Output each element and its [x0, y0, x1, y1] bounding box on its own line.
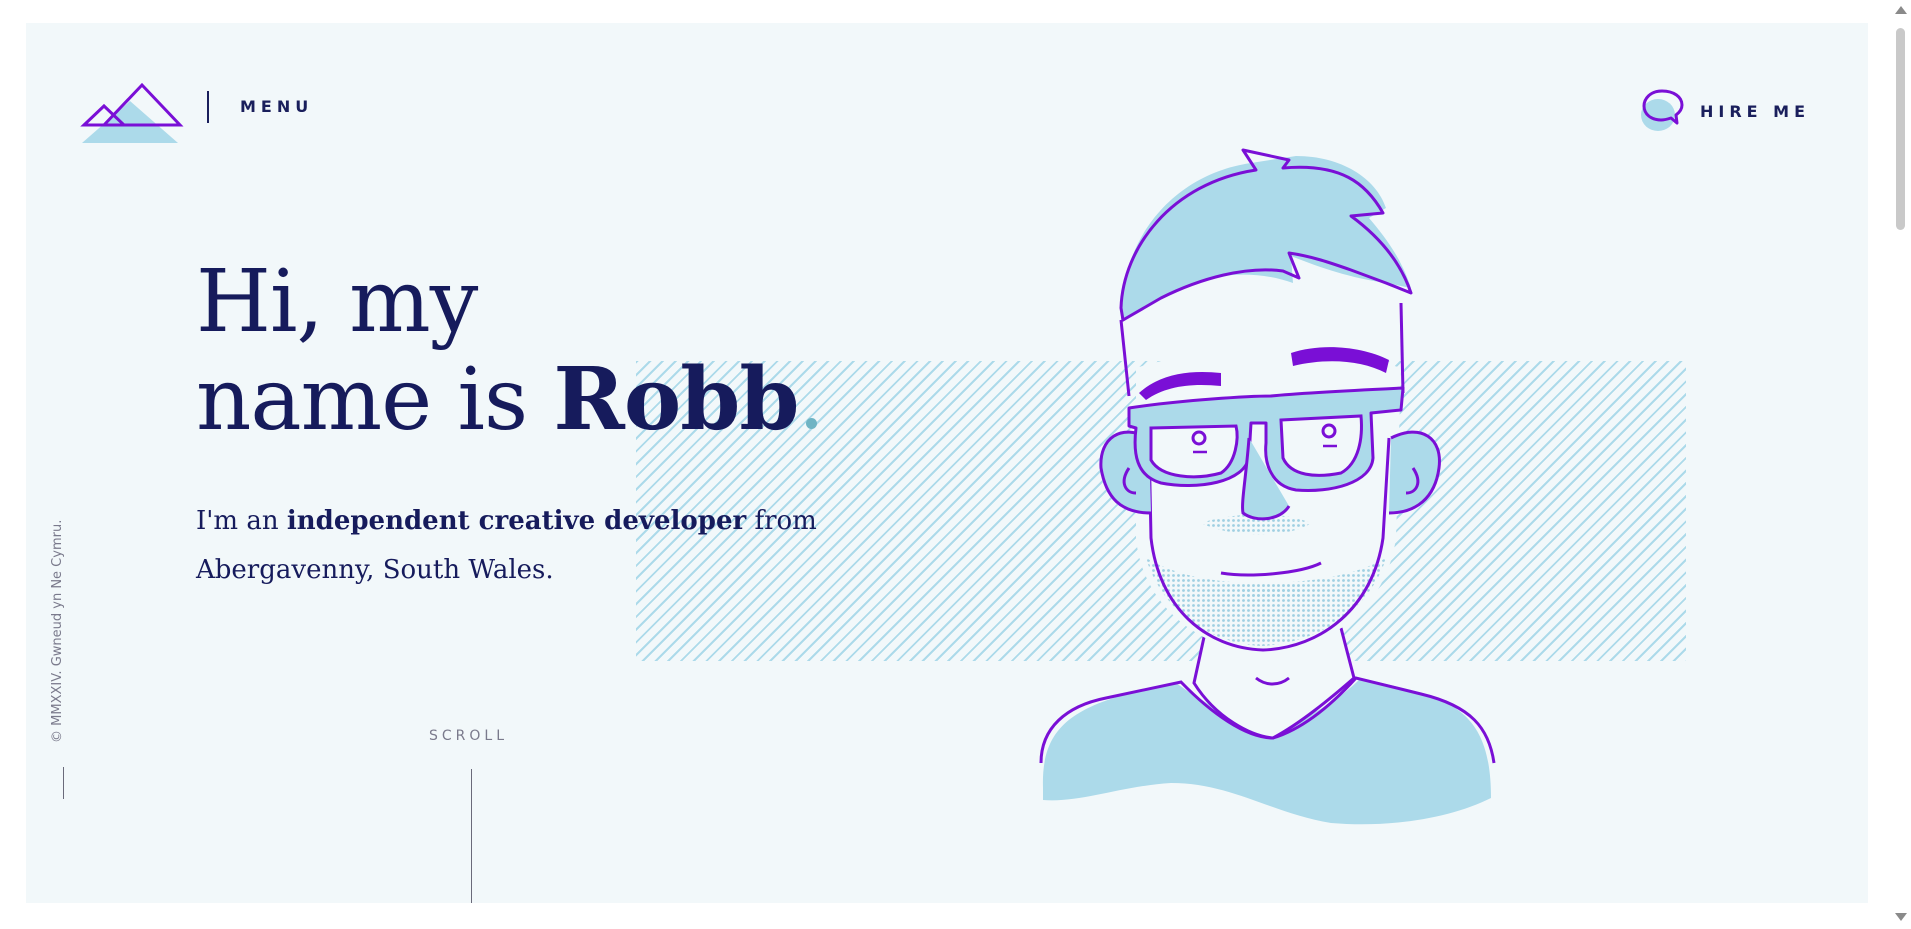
menu-divider	[207, 91, 209, 123]
scroll-up-arrow-icon[interactable]	[1895, 6, 1907, 14]
hero-intro: I'm an independent creative developer fr…	[196, 497, 896, 595]
vertical-scrollbar[interactable]	[1891, 0, 1911, 929]
copyright-line	[63, 767, 64, 799]
menu-button[interactable]: MENU	[240, 97, 313, 116]
intro-prefix: I'm an	[196, 506, 287, 536]
speech-bubble-icon	[1641, 89, 1684, 131]
heading-line-1: Hi, my	[196, 252, 478, 352]
scroll-down-arrow-icon[interactable]	[1895, 913, 1907, 921]
intro-line-2: Abergavenny, South Wales.	[196, 555, 554, 585]
developer-portrait-illustration	[1039, 148, 1496, 825]
heading-accent-dot	[805, 418, 817, 429]
copyright-text: © MMXXIV. Gwneud yn Ne Cymru.	[50, 519, 65, 743]
heading-line-2-prefix: name is	[196, 350, 554, 450]
hire-me-button[interactable]: HIRE ME	[1640, 87, 1810, 135]
page-viewport: MENU HIRE ME Hi, my name is Robb I'm an …	[26, 23, 1868, 903]
scrollbar-thumb[interactable]	[1896, 28, 1905, 230]
hire-me-label: HIRE ME	[1700, 101, 1811, 121]
intro-suffix: from	[746, 506, 817, 536]
mountains-logo-icon[interactable]	[80, 73, 184, 145]
scroll-indicator-label[interactable]: SCROLL	[429, 728, 508, 744]
hero-heading: Hi, my name is Robb	[196, 253, 817, 449]
heading-name: Robb	[553, 349, 799, 450]
bottom-window-edge	[0, 919, 1891, 929]
intro-bold: independent creative developer	[286, 506, 747, 536]
scroll-indicator-line	[471, 769, 472, 903]
